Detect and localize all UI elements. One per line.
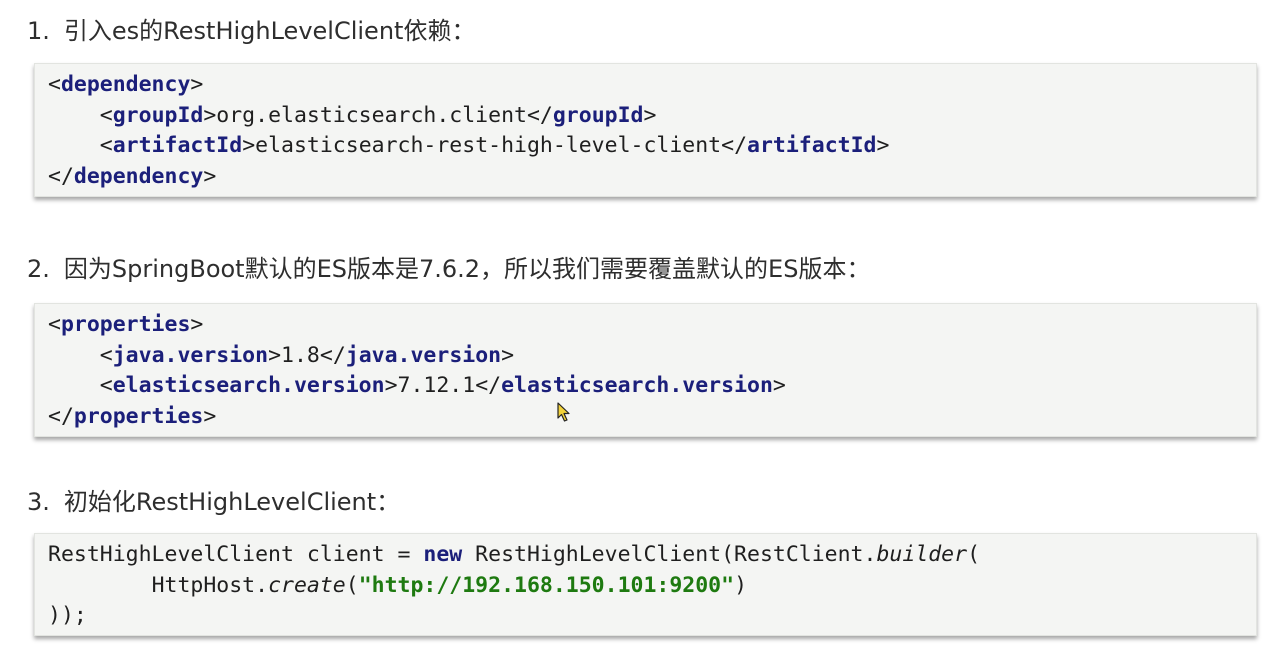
code-line: </properties> — [48, 403, 217, 429]
code-line: <artifactId>elasticsearch-rest-high-leve… — [99, 133, 890, 158]
code-line: <elasticsearch.version>7.12.1</elasticse… — [99, 373, 786, 398]
code-line: )); — [48, 603, 87, 628]
section-1-heading: 1. 引入es的RestHighLevelClient依赖： — [27, 15, 475, 47]
code-line: <properties> — [48, 312, 204, 337]
section-1-title: 引入es的RestHighLevelClient依赖： — [63, 17, 476, 45]
section-3-heading: 3. 初始化RestHighLevelClient： — [27, 486, 400, 518]
code-line: </dependency> — [48, 163, 217, 189]
code-block-properties: <properties> <java.version>1.8</java.ver… — [34, 303, 1257, 437]
section-3-number: 3. — [27, 488, 50, 516]
section-3-title: 初始化RestHighLevelClient： — [63, 488, 401, 516]
section-2-title: 因为SpringBoot默认的ES版本是7.6.2，所以我们需要覆盖默认的ES版… — [63, 255, 871, 283]
section-1-number: 1. — [27, 17, 50, 45]
code-block-dependency: <dependency> <groupId>org.elasticsearch.… — [34, 63, 1257, 197]
section-2-number: 2. — [27, 255, 50, 283]
code-line: RestHighLevelClient client = new RestHig… — [48, 542, 981, 567]
code-block-client-init: RestHighLevelClient client = new RestHig… — [34, 533, 1257, 636]
code-line: <groupId>org.elasticsearch.client</group… — [99, 102, 657, 128]
code-line: <dependency> — [48, 72, 204, 97]
code-line: HttpHost.create("http://192.168.150.101:… — [151, 572, 748, 598]
code-line: <java.version>1.8</java.version> — [99, 342, 515, 368]
mouse-pointer-icon — [557, 402, 570, 422]
section-2-heading: 2. 因为SpringBoot默认的ES版本是7.6.2，所以我们需要覆盖默认的E… — [27, 253, 870, 285]
